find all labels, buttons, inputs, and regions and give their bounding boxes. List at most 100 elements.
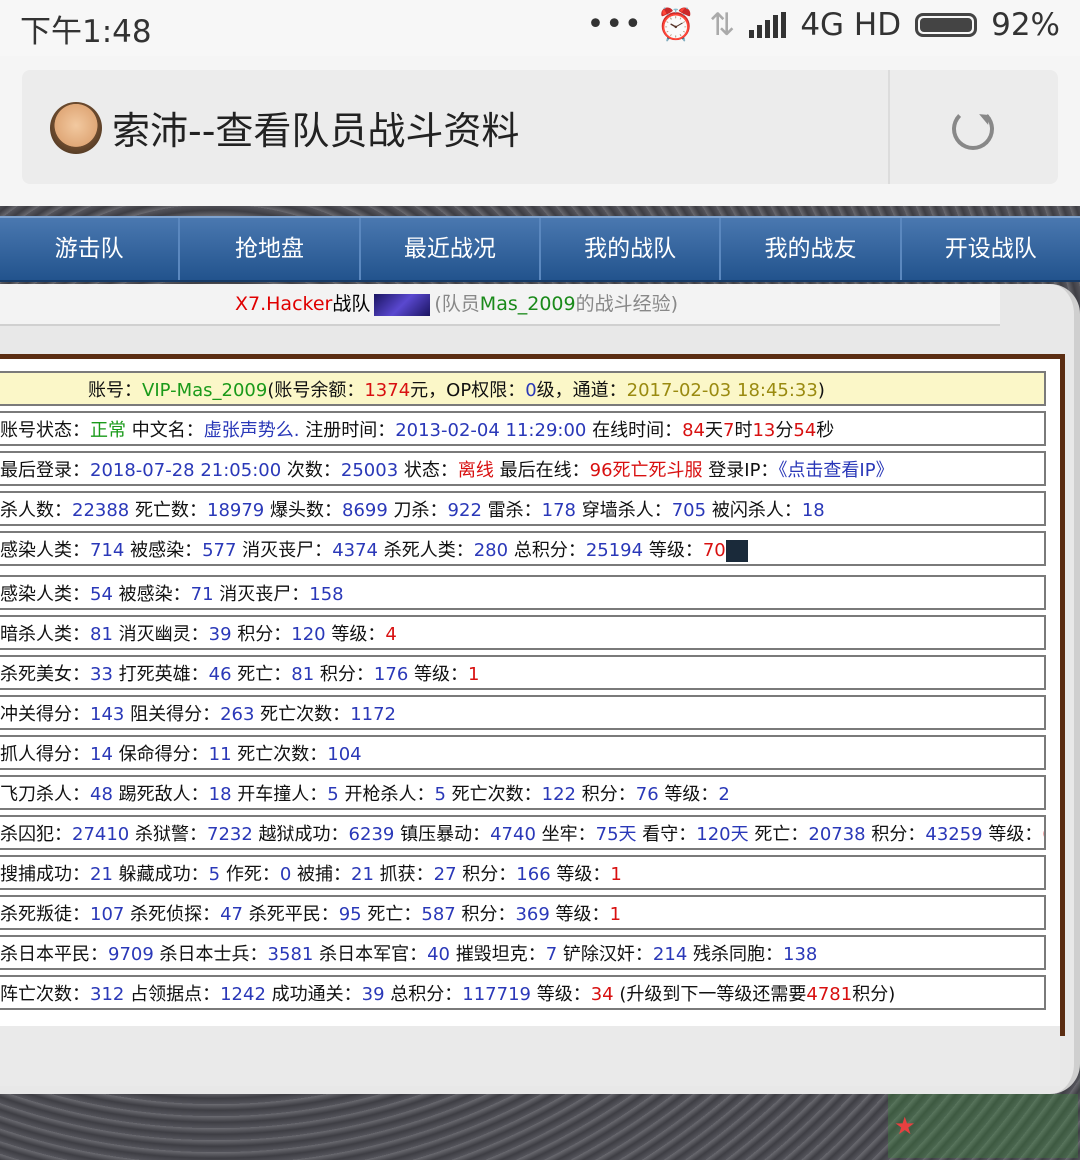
stat-label: 等级： bbox=[408, 664, 469, 685]
stat-value: 8699 bbox=[342, 500, 388, 521]
stat-value: 81 bbox=[90, 624, 113, 645]
team-suffix: 战队 bbox=[332, 293, 371, 315]
stat-value: 1 bbox=[468, 664, 480, 685]
stat-value: 7 bbox=[545, 944, 558, 965]
nav-item-create-team[interactable]: 开设战队 bbox=[899, 218, 1080, 280]
stat-label: 总积分： bbox=[384, 984, 463, 1005]
stat-value: 96死亡死斗服 bbox=[589, 460, 703, 481]
stat-label: 作死： bbox=[220, 864, 280, 885]
nav-item-territory[interactable]: 抢地盘 bbox=[178, 218, 358, 280]
stat-value: 75天 bbox=[595, 824, 637, 845]
nav-item-my-team[interactable]: 我的战队 bbox=[538, 218, 719, 280]
stat-label: 看守： bbox=[636, 824, 697, 845]
team-name[interactable]: X7.Hacker bbox=[235, 293, 332, 315]
nav-item-guerrilla[interactable]: 游击队 bbox=[0, 218, 178, 280]
stat-label: 积分： bbox=[576, 784, 636, 805]
stat-value: 1 bbox=[610, 864, 622, 885]
status-icons: ••• ⏰ ⇅ 4G HD 92% bbox=[586, 6, 1060, 44]
stat-row: 抓人得分：14 保命得分：11 死亡次数：104 bbox=[0, 735, 1046, 770]
stat-label: 杀囚犯： bbox=[0, 824, 72, 845]
stat-label: 越狱成功： bbox=[252, 824, 349, 845]
stat-label: 杀日本士兵： bbox=[153, 944, 268, 965]
status-bar: 下午1:48 ••• ⏰ ⇅ 4G HD 92% bbox=[0, 0, 1080, 56]
battery-percent: 92% bbox=[991, 6, 1060, 43]
stat-value: 22388 bbox=[72, 500, 130, 521]
view-ip-link[interactable]: 《点击查看IP》 bbox=[778, 460, 893, 481]
stat-label: 在线时间： bbox=[586, 420, 683, 441]
stat-label: 杀日本军官： bbox=[313, 944, 428, 965]
stat-value: 离线 bbox=[457, 460, 494, 481]
nav-item-recent-battles[interactable]: 最近战况 bbox=[358, 218, 539, 280]
stat-label: 铲除汉奸： bbox=[557, 944, 653, 965]
stat-label: 注册时间： bbox=[299, 420, 396, 441]
stat-value: 71 bbox=[190, 584, 214, 605]
stat-value: 7 bbox=[723, 420, 735, 441]
stat-value: 虚张声势么. bbox=[203, 420, 300, 441]
stat-value: 40 bbox=[427, 944, 450, 965]
stat-value: 84 bbox=[682, 420, 706, 441]
stat-value: 2 bbox=[718, 784, 730, 805]
stat-label: 搜捕成功： bbox=[0, 864, 90, 885]
stat-row: 冲关得分：143 阻关得分：263 死亡次数：1172 bbox=[0, 695, 1046, 730]
stat-value: 0 bbox=[525, 380, 537, 401]
panel-footer bbox=[0, 1026, 1060, 1086]
stat-value: VIP-Mas_2009 bbox=[142, 380, 268, 401]
stat-value: 正常 bbox=[90, 420, 126, 441]
stat-row: 账号状态：正常 中文名：虚张声势么. 注册时间：2013-02-04 11:29… bbox=[0, 411, 1046, 446]
stat-value: 1242 bbox=[220, 984, 266, 1005]
stat-value: 577 bbox=[202, 540, 237, 561]
stat-value: 117719 bbox=[462, 984, 531, 1005]
stat-value: 81 bbox=[291, 664, 315, 685]
stat-label: 分 bbox=[775, 420, 794, 441]
browser-address-bar[interactable]: 索沛--查看队员战斗资料 bbox=[22, 70, 1058, 184]
stat-value: 27410 bbox=[72, 824, 130, 845]
stat-label: 天 bbox=[705, 420, 724, 441]
stat-label: 积分) bbox=[852, 984, 896, 1005]
stat-value: 5 bbox=[434, 784, 446, 805]
stat-value: 25003 bbox=[340, 460, 399, 481]
stat-label: 杀人数： bbox=[0, 500, 72, 521]
stat-label: 被捕： bbox=[291, 864, 352, 885]
page-title[interactable]: 索沛--查看队员战斗资料 bbox=[112, 100, 519, 155]
stat-value: 18 bbox=[208, 784, 232, 805]
stat-label: 死亡： bbox=[748, 824, 809, 845]
stat-value: 46 bbox=[208, 664, 232, 685]
site-watermark-logo: ★ bbox=[888, 1094, 1078, 1158]
stat-value: 2017-02-03 18:45:33 bbox=[626, 380, 818, 401]
more-notifications-icon: ••• bbox=[586, 7, 643, 42]
stat-value: 922 bbox=[447, 500, 482, 521]
stat-label: 状态： bbox=[398, 460, 458, 481]
content-panel: X7.Hacker战队 (队员Mas_2009的战斗经验) 账号：VIP-Mas_… bbox=[0, 284, 1080, 1094]
stat-label: 抓人得分： bbox=[0, 744, 90, 765]
stat-value: 312 bbox=[90, 984, 125, 1005]
stat-label: 秒 bbox=[816, 420, 835, 441]
stat-label: 冲关得分： bbox=[0, 704, 90, 725]
stat-value: 138 bbox=[783, 944, 818, 965]
stat-label: 账号： bbox=[88, 380, 142, 401]
stat-value: 705 bbox=[671, 500, 707, 521]
reload-icon[interactable] bbox=[952, 108, 994, 150]
stat-label: 最后在线： bbox=[493, 460, 590, 481]
stat-value: 70 bbox=[702, 540, 726, 561]
stat-label: 死亡： bbox=[361, 904, 422, 925]
stat-label: 杀死美女： bbox=[0, 664, 90, 685]
stat-label: 杀死叛徒： bbox=[0, 904, 90, 925]
stat-label: 死亡： bbox=[231, 664, 292, 685]
stat-value: 4374 bbox=[332, 540, 378, 561]
stat-row: 感染人类：714 被感染：577 消灭丧尸：4374 杀死人类：280 总积分：… bbox=[0, 531, 1046, 566]
stat-value: 7232 bbox=[207, 824, 253, 845]
stat-label: 积分： bbox=[314, 664, 374, 685]
nav-item-my-friends[interactable]: 我的战友 bbox=[719, 218, 899, 280]
main-nav: 游击队 抢地盘 最近战况 我的战队 我的战友 开设战队 bbox=[0, 216, 1080, 282]
stat-label: 等级： bbox=[550, 864, 611, 885]
stat-value: 65 bbox=[1042, 824, 1044, 845]
stat-value: 1374 bbox=[364, 380, 411, 401]
stat-row: 阵亡次数：312 占领据点：1242 成功通关：39 总积分：117719 等级… bbox=[0, 975, 1046, 1010]
stat-label: 等级： bbox=[982, 824, 1043, 845]
stat-label: 躲藏成功： bbox=[112, 864, 209, 885]
stat-value: 95 bbox=[338, 904, 362, 925]
stat-row: 杀日本平民：9709 杀日本士兵：3581 杀日本军官：40 摧毁坦克：7 铲除… bbox=[0, 935, 1046, 970]
stat-value: 3581 bbox=[267, 944, 314, 965]
stat-value: 178 bbox=[541, 500, 576, 521]
stat-label: 总积分： bbox=[508, 540, 586, 561]
